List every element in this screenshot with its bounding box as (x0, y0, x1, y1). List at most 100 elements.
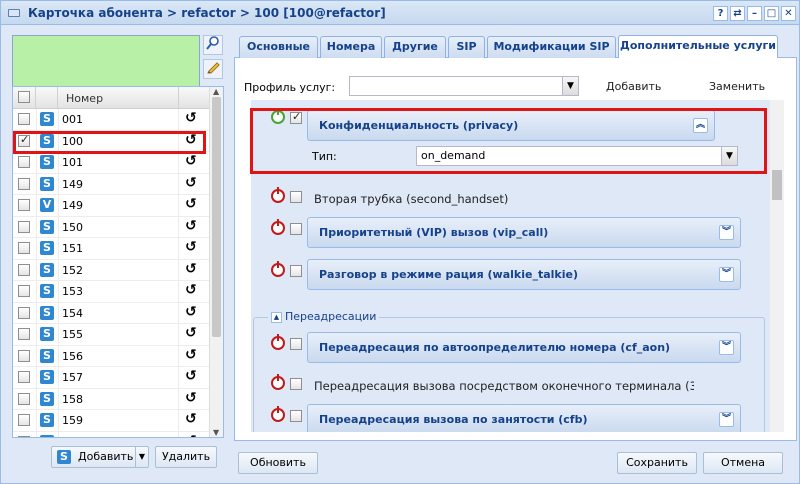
refresh-window-icon[interactable]: ⇄ (730, 6, 745, 21)
forwarding-legend[interactable]: ▲ Переадресации (268, 310, 380, 323)
table-row[interactable]: S 155 ↺ (13, 324, 210, 346)
row-checkbox[interactable] (18, 371, 30, 383)
scroll-up-icon[interactable]: ▲ (213, 87, 219, 96)
row-checkbox[interactable] (18, 285, 30, 297)
tab-additional-services[interactable]: Дополнительные услуги (618, 35, 778, 59)
expand-icon[interactable]: ︾ (719, 225, 734, 240)
row-checkbox[interactable] (18, 220, 30, 233)
maximize-icon[interactable]: □ (764, 6, 779, 21)
vip-call-header[interactable]: Приоритетный (VIP) вызов (vip_call) ︾ (307, 217, 741, 248)
row-checkbox[interactable] (18, 177, 30, 190)
collapse-icon[interactable]: ▲ (271, 311, 282, 323)
history-icon[interactable]: ↺ (185, 175, 197, 191)
table-row[interactable]: S 001 ↺ (13, 109, 210, 131)
table-row[interactable]: V 149 ↺ (13, 195, 210, 217)
history-icon[interactable]: ↺ (185, 347, 197, 363)
table-row[interactable]: S 152 ↺ (13, 260, 210, 281)
row-checkbox[interactable] (18, 349, 30, 362)
expand-icon[interactable]: ︾ (719, 267, 734, 282)
cfb-checkbox[interactable] (290, 410, 302, 422)
scroll-down-icon[interactable]: ▼ (213, 428, 219, 437)
history-icon[interactable]: ↺ (185, 153, 197, 169)
select-all-checkbox[interactable] (18, 91, 30, 103)
number-type-icon: S (40, 112, 54, 126)
power-off-icon[interactable] (271, 374, 285, 390)
history-icon[interactable]: ↺ (185, 304, 197, 320)
save-button[interactable]: Сохранить (617, 452, 697, 474)
row-checkbox[interactable] (18, 414, 30, 426)
row-checkbox[interactable] (18, 199, 30, 211)
cfb-header[interactable]: Переадресация вызова по занятости (cfb) … (307, 404, 741, 432)
history-icon[interactable]: ↺ (185, 433, 197, 438)
chevron-down-icon[interactable]: ▼ (562, 77, 578, 95)
row-checkbox[interactable] (18, 113, 30, 125)
table-row[interactable]: S 101 ↺ (13, 152, 210, 174)
delete-number-button[interactable]: Удалить (155, 446, 217, 468)
tab-basic[interactable]: Основные (239, 36, 318, 58)
table-row[interactable]: S 153 ↺ (13, 281, 210, 303)
grid-scrollbar[interactable]: ▲ ▼ (209, 87, 223, 437)
table-row[interactable]: S 159 ↺ (13, 410, 210, 432)
row-checkbox[interactable] (18, 392, 30, 405)
services-scrollbar[interactable] (770, 100, 784, 432)
history-icon[interactable]: ↺ (185, 282, 197, 298)
tab-numbers[interactable]: Номера (320, 36, 382, 58)
power-off-icon[interactable] (271, 334, 285, 350)
history-icon[interactable]: ↺ (185, 261, 197, 277)
row-checkbox[interactable] (18, 435, 30, 437)
power-off-icon[interactable] (271, 261, 285, 277)
power-off-icon[interactable] (271, 219, 285, 235)
cf-aon-checkbox[interactable] (290, 338, 302, 350)
tab-sip-modifications[interactable]: Модификации SIP (487, 36, 616, 58)
cf-aon-header[interactable]: Переадресация по автоопределителю номера… (307, 332, 741, 363)
add-number-button[interactable]: S Добавить ▼ (51, 446, 149, 468)
row-checkbox[interactable] (18, 306, 30, 319)
refresh-button[interactable]: Обновить (238, 452, 318, 474)
services-scroll-thumb[interactable] (772, 170, 782, 200)
table-row[interactable]: S 151 ↺ (13, 238, 210, 260)
number-type-icon: S (40, 155, 54, 169)
history-icon[interactable]: ↺ (185, 390, 197, 406)
table-row[interactable]: S 154 ↺ (13, 303, 210, 324)
number-cell: 160 (62, 436, 83, 438)
table-row[interactable]: S 160 ↺ (13, 432, 210, 438)
minimize-icon[interactable]: – (747, 6, 762, 21)
history-icon[interactable]: ↺ (185, 218, 197, 234)
history-icon[interactable]: ↺ (185, 110, 197, 126)
close-icon[interactable]: ✕ (781, 6, 796, 21)
history-icon[interactable]: ↺ (185, 325, 197, 341)
second-handset-checkbox[interactable] (290, 191, 302, 203)
table-row[interactable]: S 156 ↺ (13, 346, 210, 367)
cf-302-checkbox[interactable] (290, 378, 302, 390)
grid-scroll-thumb[interactable] (212, 97, 221, 337)
history-icon[interactable]: ↺ (185, 411, 197, 427)
service-profile-select[interactable]: ▼ (349, 76, 579, 96)
walkie-talkie-header[interactable]: Разговор в режиме рация (walkie_talkie) … (307, 259, 741, 290)
cancel-button[interactable]: Отмена (703, 452, 783, 474)
profile-add-button[interactable]: Добавить (606, 80, 661, 93)
help-icon[interactable]: ? (713, 6, 728, 21)
table-row[interactable]: S 149 ↺ (13, 174, 210, 195)
table-row[interactable]: S 150 ↺ (13, 217, 210, 238)
row-checkbox[interactable] (18, 156, 30, 168)
profile-replace-button[interactable]: Заменить (709, 80, 765, 93)
tab-other[interactable]: Другие (384, 36, 446, 58)
search-icon[interactable] (203, 35, 223, 55)
power-off-icon[interactable] (271, 187, 285, 203)
tab-sip[interactable]: SIP (448, 36, 485, 58)
edit-icon[interactable] (203, 59, 223, 79)
power-off-icon[interactable] (271, 406, 285, 422)
chevron-down-icon[interactable]: ▼ (135, 447, 148, 467)
table-row[interactable]: S 157 ↺ (13, 367, 210, 389)
row-checkbox[interactable] (18, 328, 30, 340)
row-checkbox[interactable] (18, 242, 30, 254)
walkie-talkie-checkbox[interactable] (290, 265, 302, 277)
table-row[interactable]: S 158 ↺ (13, 389, 210, 410)
history-icon[interactable]: ↺ (185, 239, 197, 255)
history-icon[interactable]: ↺ (185, 368, 197, 384)
row-checkbox[interactable] (18, 263, 30, 276)
expand-icon[interactable]: ︾ (719, 340, 734, 355)
vip-call-checkbox[interactable] (290, 223, 302, 235)
expand-icon[interactable]: ︾ (719, 412, 734, 427)
history-icon[interactable]: ↺ (185, 196, 197, 212)
